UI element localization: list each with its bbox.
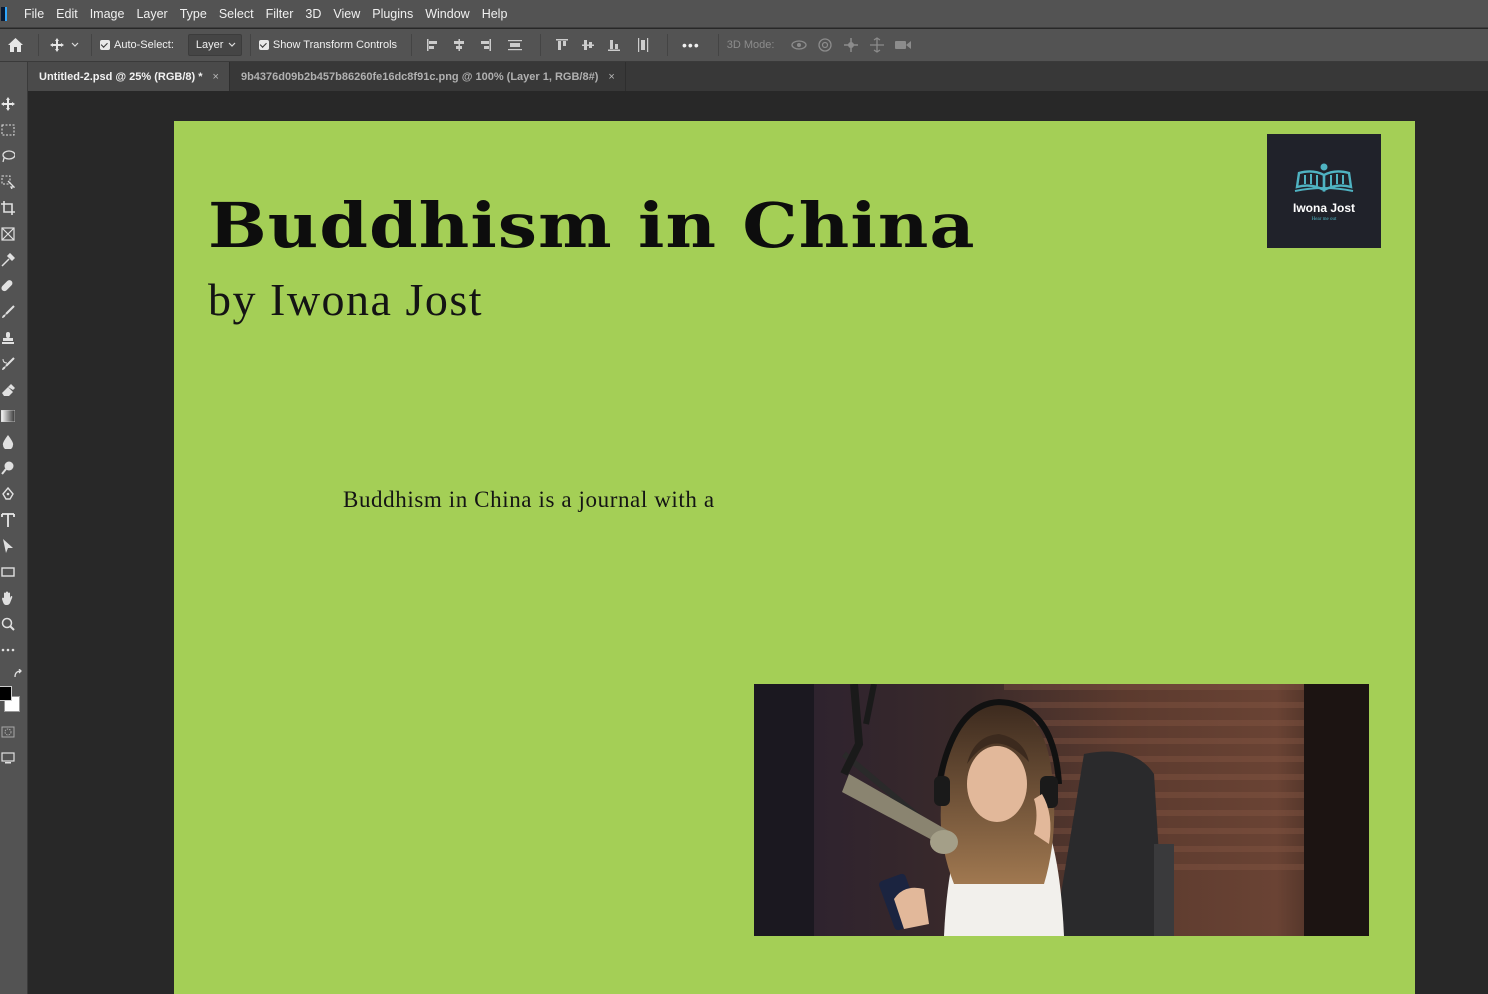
history-brush-icon[interactable] [0, 356, 16, 372]
divider [411, 34, 413, 56]
divider [667, 34, 669, 56]
home-icon[interactable] [0, 37, 30, 53]
divider [540, 34, 542, 56]
tab-untitled-2[interactable]: Untitled-2.psd @ 25% (RGB/8) * × [28, 62, 230, 91]
tab-png-image[interactable]: 9b4376d09b2b457b86260fe16dc8f91c.png @ 1… [229, 62, 626, 91]
align-horizontal-center-icon[interactable] [446, 38, 472, 52]
clone-stamp-icon[interactable] [0, 330, 16, 346]
blur-icon[interactable] [0, 434, 16, 450]
align-bottom-icon[interactable] [601, 38, 627, 52]
align-right-icon[interactable] [472, 38, 498, 52]
logo-tagline: Hear me out [1311, 216, 1337, 222]
canvas-workspace[interactable]: Buddhism in China by Iwona Jost Buddhism… [29, 91, 1488, 994]
menu-layer[interactable]: Layer [130, 0, 173, 28]
brush-icon[interactable] [0, 304, 16, 320]
menu-file[interactable]: File [18, 0, 50, 28]
auto-select-dropdown[interactable]: Layer [187, 34, 242, 56]
eyedropper-icon[interactable] [0, 252, 16, 268]
menu-type[interactable]: Type [174, 0, 213, 28]
healing-brush-icon[interactable] [0, 278, 16, 294]
logo-name: Iwona Jost [1292, 200, 1355, 215]
3d-mode-label: 3D Mode: [726, 39, 775, 51]
align-top-icon[interactable] [549, 38, 575, 52]
menu-help[interactable]: Help [476, 0, 514, 28]
frame-icon[interactable] [0, 226, 16, 242]
open-book-icon [1294, 163, 1354, 192]
chevron-down-icon [228, 42, 236, 47]
document-tabs: Untitled-2.psd @ 25% (RGB/8) * × 9b4376d… [28, 62, 1488, 91]
3d-camera-icon[interactable] [890, 39, 916, 51]
options-bar: Auto-Select: Layer Show Transform Contro… [0, 29, 1488, 62]
podcast-host-photo[interactable] [754, 684, 1369, 936]
distribute-horizontal-icon[interactable] [627, 37, 659, 53]
swap-colors-icon[interactable] [10, 666, 26, 682]
rectangle-tool-icon[interactable] [0, 564, 16, 580]
menu-window[interactable]: Window [419, 0, 475, 28]
crop-icon[interactable] [0, 200, 16, 216]
align-left-icon[interactable] [420, 38, 446, 52]
close-icon[interactable]: × [608, 71, 614, 83]
more-tools-icon[interactable] [0, 642, 16, 658]
3d-pan-icon[interactable] [838, 37, 864, 53]
auto-select-checkbox[interactable] [100, 40, 110, 50]
dodge-icon[interactable] [0, 460, 16, 476]
distribute-vertical-icon[interactable] [498, 38, 532, 52]
divider [717, 34, 719, 56]
align-vertical-center-icon[interactable] [575, 38, 601, 52]
menu-image[interactable]: Image [84, 0, 131, 28]
zoom-tool-icon[interactable] [0, 616, 16, 632]
move-tool-icon[interactable] [0, 96, 16, 112]
move-tool-icon[interactable] [47, 37, 67, 53]
tab-label: 9b4376d09b2b457b86260fe16dc8f91c.png @ 1… [240, 70, 599, 83]
menu-plugins[interactable]: Plugins [366, 0, 419, 28]
foreground-color-swatch[interactable] [0, 686, 12, 701]
screen-mode-icon[interactable] [0, 750, 16, 766]
pen-icon[interactable] [0, 486, 16, 502]
show-transform-label: Show Transform Controls [272, 39, 398, 51]
menu-view[interactable]: View [327, 0, 366, 28]
divider [249, 34, 251, 56]
3d-slide-icon[interactable] [864, 37, 890, 53]
photo-image [754, 684, 1369, 936]
show-transform-checkbox[interactable] [258, 40, 269, 50]
document-canvas[interactable]: Buddhism in China by Iwona Jost Buddhism… [174, 121, 1415, 994]
divider [38, 34, 39, 56]
divider [91, 34, 92, 56]
type-tool-icon[interactable] [0, 512, 16, 528]
3d-orbit-icon[interactable] [786, 38, 812, 52]
menu-bar: File Edit Image Layer Type Select Filter… [0, 0, 1488, 28]
photoshop-logo-icon [0, 0, 8, 28]
menu-filter[interactable]: Filter [260, 0, 300, 28]
object-selection-icon[interactable] [0, 174, 16, 190]
document-subtitle[interactable]: by Iwona Jost [208, 273, 483, 326]
lasso-icon[interactable] [0, 148, 16, 164]
close-icon[interactable]: × [213, 71, 219, 83]
tab-label: Untitled-2.psd @ 25% (RGB/8) * [39, 70, 203, 83]
tools-panel [0, 62, 28, 994]
auto-select-label: Auto-Select: [114, 39, 174, 51]
gradient-icon[interactable] [0, 408, 16, 424]
brand-logo[interactable]: Iwona Jost Hear me out [1267, 134, 1381, 248]
chevron-down-icon[interactable] [67, 42, 83, 48]
more-options-button[interactable]: ••• [682, 37, 700, 53]
document-title[interactable]: Buddhism in China [208, 189, 976, 262]
menu-3d[interactable]: 3D [299, 0, 327, 28]
eraser-icon[interactable] [0, 382, 16, 398]
path-selection-icon[interactable] [0, 538, 16, 554]
auto-select-value: Layer [195, 39, 224, 51]
hand-tool-icon[interactable] [0, 590, 16, 606]
document-body-text[interactable]: Buddhism in China is a journal with a [343, 487, 715, 513]
menu-edit[interactable]: Edit [50, 0, 84, 28]
quick-mask-icon[interactable] [0, 724, 16, 740]
rectangular-marquee-icon[interactable] [0, 122, 16, 138]
3d-roll-icon[interactable] [812, 37, 838, 53]
menu-select[interactable]: Select [213, 0, 260, 28]
